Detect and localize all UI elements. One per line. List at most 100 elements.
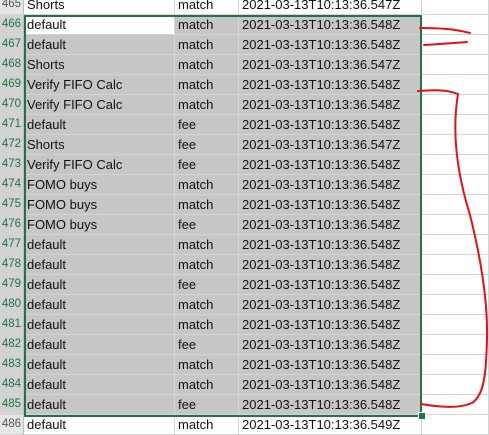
row-number-header[interactable]: 474 bbox=[0, 175, 24, 195]
cell-column-b[interactable]: match bbox=[175, 35, 239, 55]
cell-column-c[interactable]: 2021-03-13T10:13:36.548Z bbox=[239, 275, 422, 295]
cell-column-d[interactable] bbox=[422, 175, 489, 195]
row-number-header[interactable]: 484 bbox=[0, 375, 24, 395]
cell-column-a[interactable]: default bbox=[24, 35, 175, 55]
cell-column-d[interactable] bbox=[422, 375, 489, 395]
row-number-header[interactable]: 482 bbox=[0, 335, 24, 355]
cell-column-d[interactable] bbox=[422, 335, 489, 355]
cell-column-d[interactable] bbox=[422, 195, 489, 215]
cell-column-c[interactable]: 2021-03-13T10:13:36.548Z bbox=[239, 315, 422, 335]
cell-column-b[interactable]: fee bbox=[175, 275, 239, 295]
cell-column-d[interactable] bbox=[422, 295, 489, 315]
cell-column-b[interactable]: match bbox=[175, 415, 239, 435]
row-number-header[interactable]: 466 bbox=[0, 15, 24, 35]
row-number-header[interactable]: 469 bbox=[0, 75, 24, 95]
cell-column-a[interactable]: default bbox=[24, 395, 175, 415]
row-number-header[interactable]: 480 bbox=[0, 295, 24, 315]
cell-column-c[interactable]: 2021-03-13T10:13:36.548Z bbox=[239, 355, 422, 375]
row-number-header[interactable]: 465 bbox=[0, 0, 24, 15]
cell-column-a[interactable]: FOMO buys bbox=[24, 195, 175, 215]
row-number-header[interactable]: 472 bbox=[0, 135, 24, 155]
cell-column-b[interactable]: fee bbox=[175, 115, 239, 135]
cell-column-d[interactable] bbox=[422, 135, 489, 155]
cell-column-b[interactable]: fee bbox=[175, 215, 239, 235]
cell-column-b[interactable]: fee bbox=[175, 135, 239, 155]
cell-column-a[interactable]: default bbox=[24, 275, 175, 295]
cell-column-c[interactable]: 2021-03-13T10:13:36.548Z bbox=[239, 235, 422, 255]
cell-column-d[interactable] bbox=[422, 75, 489, 95]
row-number-header[interactable]: 473 bbox=[0, 155, 24, 175]
cell-column-c[interactable]: 2021-03-13T10:13:36.547Z bbox=[239, 0, 422, 15]
cell-column-b[interactable]: fee bbox=[175, 395, 239, 415]
cell-column-d[interactable] bbox=[422, 115, 489, 135]
cell-column-a[interactable]: default bbox=[24, 235, 175, 255]
row-number-header[interactable]: 478 bbox=[0, 255, 24, 275]
cell-column-d[interactable] bbox=[422, 155, 489, 175]
row-number-header[interactable]: 471 bbox=[0, 115, 24, 135]
row-number-header[interactable]: 475 bbox=[0, 195, 24, 215]
cell-column-a[interactable]: FOMO buys bbox=[24, 215, 175, 235]
cell-column-a[interactable]: Shorts bbox=[24, 55, 175, 75]
cell-column-d[interactable] bbox=[422, 15, 489, 35]
cell-column-b[interactable]: match bbox=[175, 195, 239, 215]
row-number-header[interactable]: 481 bbox=[0, 315, 24, 335]
cell-column-c[interactable]: 2021-03-13T10:13:36.548Z bbox=[239, 175, 422, 195]
cell-column-b[interactable]: match bbox=[175, 315, 239, 335]
cell-column-c[interactable]: 2021-03-13T10:13:36.548Z bbox=[239, 395, 422, 415]
cell-column-c[interactable]: 2021-03-13T10:13:36.547Z bbox=[239, 135, 422, 155]
cell-column-b[interactable]: match bbox=[175, 55, 239, 75]
cell-column-a[interactable]: default bbox=[24, 315, 175, 335]
cell-column-d[interactable] bbox=[422, 55, 489, 75]
cell-column-c[interactable]: 2021-03-13T10:13:36.547Z bbox=[239, 55, 422, 75]
row-number-header[interactable]: 486 bbox=[0, 415, 24, 435]
spreadsheet-grid[interactable]: 465 Shorts match 2021-03-13T10:13:36.547Z 46… bbox=[0, 0, 489, 435]
cell-column-a[interactable]: default bbox=[24, 15, 175, 35]
row-number-header[interactable]: 485 bbox=[0, 395, 24, 415]
cell-column-c[interactable]: 2021-03-13T10:13:36.548Z bbox=[239, 115, 422, 135]
fill-handle[interactable] bbox=[418, 412, 426, 420]
cell-column-a[interactable]: Verify FIFO Calc bbox=[24, 75, 175, 95]
cell-column-d[interactable] bbox=[422, 215, 489, 235]
cell-column-c[interactable]: 2021-03-13T10:13:36.548Z bbox=[239, 35, 422, 55]
cell-column-a[interactable]: default bbox=[24, 375, 175, 395]
cell-column-d[interactable] bbox=[422, 235, 489, 255]
cell-column-b[interactable]: match bbox=[175, 375, 239, 395]
cell-column-a[interactable]: Verify FIFO Calc bbox=[24, 155, 175, 175]
cell-column-d[interactable] bbox=[422, 395, 489, 415]
cell-column-c[interactable]: 2021-03-13T10:13:36.548Z bbox=[239, 15, 422, 35]
cell-column-a[interactable]: default bbox=[24, 255, 175, 275]
cell-column-b[interactable]: match bbox=[175, 175, 239, 195]
cell-column-b[interactable]: match bbox=[175, 355, 239, 375]
cell-column-a[interactable]: default bbox=[24, 295, 175, 315]
cell-column-b[interactable]: match bbox=[175, 0, 239, 15]
cell-column-b[interactable]: match bbox=[175, 235, 239, 255]
cell-column-b[interactable]: match bbox=[175, 295, 239, 315]
cell-column-a[interactable]: default bbox=[24, 115, 175, 135]
cell-column-c[interactable]: 2021-03-13T10:13:36.548Z bbox=[239, 295, 422, 315]
cell-column-c[interactable]: 2021-03-13T10:13:36.548Z bbox=[239, 375, 422, 395]
cell-column-d[interactable] bbox=[422, 0, 489, 15]
cell-column-b[interactable]: match bbox=[175, 255, 239, 275]
cell-column-d[interactable] bbox=[422, 35, 489, 55]
cell-column-c[interactable]: 2021-03-13T10:13:36.548Z bbox=[239, 215, 422, 235]
cell-column-a[interactable]: FOMO buys bbox=[24, 175, 175, 195]
cell-column-c[interactable]: 2021-03-13T10:13:36.548Z bbox=[239, 255, 422, 275]
cell-column-c[interactable]: 2021-03-13T10:13:36.548Z bbox=[239, 335, 422, 355]
cell-column-d[interactable] bbox=[422, 95, 489, 115]
cell-column-b[interactable]: fee bbox=[175, 335, 239, 355]
cell-column-a[interactable]: Shorts bbox=[24, 135, 175, 155]
row-number-header[interactable]: 468 bbox=[0, 55, 24, 75]
cell-column-b[interactable]: fee bbox=[175, 155, 239, 175]
cell-column-d[interactable] bbox=[422, 355, 489, 375]
cell-column-b[interactable]: match bbox=[175, 15, 239, 35]
cell-column-c[interactable]: 2021-03-13T10:13:36.548Z bbox=[239, 75, 422, 95]
cell-column-d[interactable] bbox=[422, 415, 489, 435]
cell-column-c[interactable]: 2021-03-13T10:13:36.548Z bbox=[239, 95, 422, 115]
row-number-header[interactable]: 470 bbox=[0, 95, 24, 115]
cell-column-d[interactable] bbox=[422, 275, 489, 295]
row-number-header[interactable]: 483 bbox=[0, 355, 24, 375]
row-number-header[interactable]: 479 bbox=[0, 275, 24, 295]
cell-column-a[interactable]: Verify FIFO Calc bbox=[24, 95, 175, 115]
row-number-header[interactable]: 477 bbox=[0, 235, 24, 255]
row-number-header[interactable]: 476 bbox=[0, 215, 24, 235]
